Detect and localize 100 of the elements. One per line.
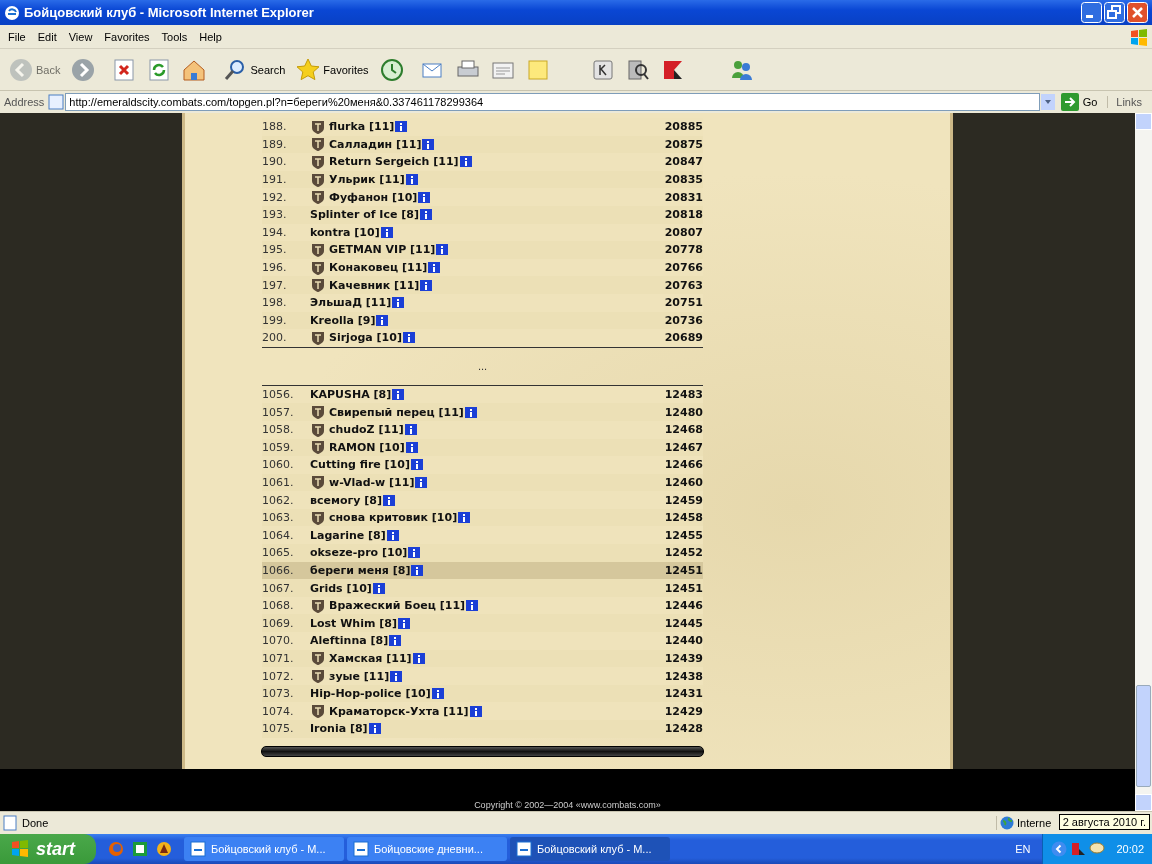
- player-name[interactable]: chudoZ [11]: [328, 423, 404, 437]
- info-icon[interactable]: [419, 209, 432, 221]
- info-icon[interactable]: [395, 121, 408, 133]
- player-name[interactable]: Lagarine [8]: [309, 528, 386, 542]
- info-icon[interactable]: [420, 279, 433, 291]
- taskbar-button[interactable]: Бойцовские дневни...: [347, 837, 507, 861]
- links-button[interactable]: Links: [1107, 96, 1148, 108]
- player-name[interactable]: Краматорск-Ухта [11]: [328, 704, 469, 718]
- info-icon[interactable]: [428, 262, 441, 274]
- info-icon[interactable]: [408, 547, 421, 559]
- rank-number: 1057.: [262, 405, 295, 419]
- speech-bubble-icon[interactable]: [1089, 841, 1106, 857]
- player-name[interactable]: Хамская [11]: [328, 651, 412, 665]
- player-name[interactable]: Ironia [8]: [309, 722, 368, 736]
- menu-item[interactable]: Favorites: [98, 30, 156, 43]
- player-name[interactable]: GETMAN VIP [11]: [328, 243, 436, 257]
- square-logo-icon[interactable]: [132, 841, 148, 857]
- menu-item[interactable]: File: [2, 30, 32, 43]
- player-name[interactable]: KAPUSHA [8]: [309, 388, 392, 401]
- language-indicator[interactable]: EN: [1003, 843, 1043, 855]
- player-name[interactable]: flurka [11]: [328, 120, 395, 134]
- rank-number: 1056.: [262, 388, 295, 401]
- player-name[interactable]: Cutting fire [10]: [309, 458, 410, 472]
- player-name[interactable]: Kreolla [9]: [309, 313, 376, 327]
- info-icon[interactable]: [412, 652, 425, 664]
- player-name[interactable]: Свирепый перец [11]: [328, 405, 464, 419]
- info-icon[interactable]: [372, 582, 385, 594]
- triangle-circle-icon[interactable]: [156, 841, 172, 857]
- player-name[interactable]: Ульрик [11]: [328, 173, 405, 187]
- menu-item[interactable]: Edit: [31, 30, 63, 43]
- go-button[interactable]: Go: [1058, 93, 1104, 111]
- info-icon[interactable]: [405, 441, 418, 453]
- info-icon[interactable]: [376, 314, 389, 326]
- info-icon[interactable]: [397, 617, 410, 629]
- info-icon[interactable]: [389, 635, 402, 647]
- info-icon[interactable]: [392, 297, 405, 309]
- info-icon[interactable]: [402, 332, 415, 344]
- player-name[interactable]: Вражеский Боец [11]: [328, 599, 466, 613]
- player-name[interactable]: Splinter of Ice [8]: [309, 208, 419, 222]
- arrow-right-icon: [1060, 93, 1079, 111]
- score-value: 20831: [663, 190, 703, 204]
- taskbar-button[interactable]: Бойцовский клуб - М...: [510, 837, 670, 861]
- player-name[interactable]: Конаковец [11]: [328, 261, 428, 275]
- player-name[interactable]: береги меня [8]: [309, 563, 411, 577]
- info-icon[interactable]: [464, 406, 477, 418]
- player-name[interactable]: okseze-pro [10]: [309, 546, 408, 560]
- player-name[interactable]: Aleftinna [8]: [309, 634, 389, 648]
- score-value: 20751: [663, 296, 703, 310]
- player-name[interactable]: Фуфанон [10]: [328, 190, 418, 204]
- favorites-button[interactable]: Favorites: [293, 55, 372, 84]
- search-button[interactable]: Search: [220, 55, 289, 84]
- player-name[interactable]: Качевник [11]: [328, 278, 420, 292]
- info-icon[interactable]: [422, 138, 435, 150]
- dropdown-button[interactable]: [1040, 94, 1055, 110]
- minimize-button[interactable]: [1081, 2, 1102, 23]
- player-name[interactable]: Салладин [11]: [328, 137, 422, 151]
- info-icon[interactable]: [436, 244, 449, 256]
- info-icon[interactable]: [431, 688, 444, 700]
- info-icon[interactable]: [410, 459, 423, 471]
- scrollbar[interactable]: [1135, 113, 1152, 811]
- player-name[interactable]: kontra [10]: [309, 225, 380, 239]
- info-icon[interactable]: [380, 226, 393, 238]
- info-icon[interactable]: [392, 389, 405, 400]
- rank-number: 188.: [262, 120, 288, 134]
- info-icon[interactable]: [459, 156, 472, 168]
- restore-button[interactable]: [1104, 2, 1125, 23]
- info-icon[interactable]: [390, 670, 403, 682]
- player-name[interactable]: w-Vlad-w [11]: [328, 476, 415, 489]
- player-name[interactable]: зуые [11]: [328, 669, 390, 683]
- info-icon[interactable]: [466, 600, 479, 612]
- shield-k-icon[interactable]: [1070, 841, 1087, 857]
- menu-item[interactable]: Help: [193, 30, 228, 43]
- address-field[interactable]: http://emeraldscity.combats.com/topgen.pl?n=береги%20меня&0.337461178299364: [65, 93, 1040, 111]
- player-name[interactable]: Grids [10]: [309, 581, 372, 595]
- info-icon[interactable]: [405, 174, 418, 186]
- info-icon[interactable]: [386, 529, 399, 541]
- close-button[interactable]: [1127, 2, 1148, 23]
- player-name[interactable]: Sirjoga [10]: [328, 331, 402, 345]
- player-name[interactable]: Return Sergeich [11]: [328, 155, 459, 169]
- player-name[interactable]: Hip-Hop-police [10]: [309, 687, 431, 701]
- rank-number: 198.: [262, 296, 288, 310]
- score-value: 12460: [663, 476, 703, 489]
- info-icon[interactable]: [411, 564, 424, 576]
- info-icon[interactable]: [382, 494, 395, 506]
- info-icon[interactable]: [458, 512, 471, 524]
- scroll-thumb[interactable]: [1136, 685, 1151, 787]
- info-icon[interactable]: [418, 191, 431, 203]
- info-icon[interactable]: [469, 705, 482, 717]
- player-name[interactable]: Lost Whim [8]: [309, 616, 397, 630]
- taskbar-button[interactable]: Бойцовский клуб - М...: [184, 837, 344, 861]
- rank-number: 189.: [262, 137, 288, 151]
- player-name[interactable]: RAMON [10]: [328, 440, 405, 454]
- player-name[interactable]: снова критовик [10]: [328, 511, 458, 525]
- info-icon[interactable]: [415, 477, 428, 488]
- player-name[interactable]: ЭльшаД [11]: [309, 296, 392, 310]
- menu-item[interactable]: View: [62, 30, 99, 43]
- info-icon[interactable]: [404, 424, 417, 436]
- player-name[interactable]: всемогу [8]: [309, 493, 382, 507]
- info-icon[interactable]: [368, 723, 381, 735]
- menu-item[interactable]: Tools: [155, 30, 194, 43]
